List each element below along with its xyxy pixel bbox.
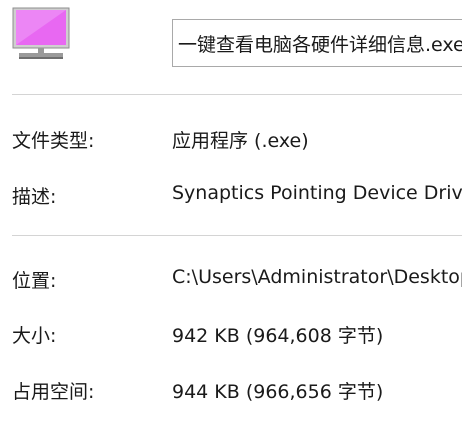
size-value: 942 KB (964,608 字节) [172,325,384,347]
monitor-icon [12,7,70,59]
file-type-label: 文件类型: [12,130,95,152]
divider-middle [12,235,462,236]
divider-top [12,94,462,95]
description-label: 描述: [12,186,57,208]
file-icon [12,7,70,61]
size-on-disk-value: 944 KB (966,656 字节) [172,381,384,403]
location-label: 位置: [12,270,57,292]
location-value: C:\Users\Administrator\Desktop [172,266,462,288]
size-label: 大小: [12,325,57,347]
description-value: Synaptics Pointing Device Driver [172,182,462,204]
size-on-disk-label: 占用空间: [12,381,95,403]
file-type-value: 应用程序 (.exe) [172,130,309,152]
filename-input[interactable] [172,19,462,67]
